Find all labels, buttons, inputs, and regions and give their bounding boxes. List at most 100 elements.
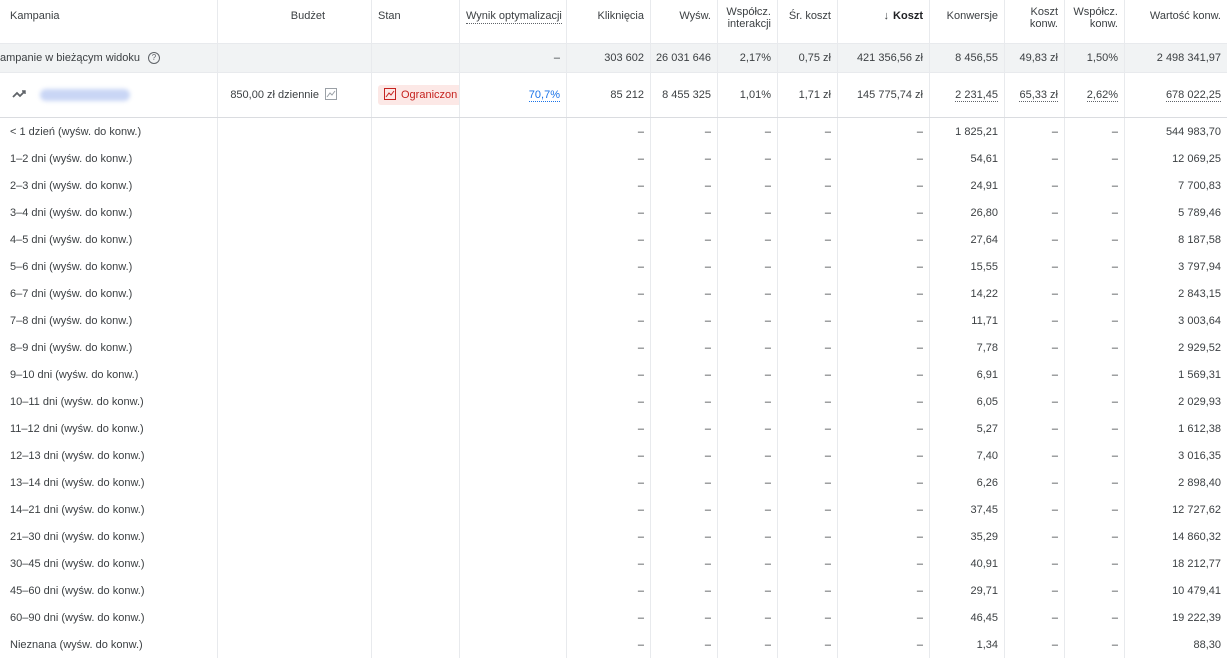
segment-rows: < 1 dzień (wyśw. do konw.) – – – – –1 825,21–…	[0, 118, 1227, 658]
segment-budget	[218, 334, 372, 361]
segment-avg-cost: –	[778, 631, 838, 658]
col-header-avg-cost[interactable]: Śr. koszt	[778, 0, 838, 43]
segment-conv-value: 8 187,58	[1178, 233, 1221, 246]
campaign-optimization-score[interactable]: 70,7%	[460, 73, 567, 117]
segment-conversions: 14,22	[930, 280, 1005, 307]
campaign-interaction-rate: 1,01%	[718, 73, 778, 117]
segment-conv-value: 19 222,39	[1172, 611, 1221, 624]
segment-impressions: –	[651, 361, 718, 388]
col-header-conversions[interactable]: Konwersje	[930, 0, 1005, 43]
segment-label: 5–6 dni (wyśw. do konw.)	[0, 253, 218, 280]
segment-impressions: –	[651, 226, 718, 253]
campaign-conversions[interactable]: 2 231,45	[930, 73, 1005, 117]
segment-status	[372, 415, 460, 442]
segment-impressions: –	[651, 631, 718, 658]
segment-interaction-rate: –	[718, 199, 778, 226]
help-icon[interactable]: ?	[148, 52, 161, 64]
segment-cost: –	[838, 469, 930, 496]
segment-status	[372, 577, 460, 604]
segment-cost: –	[838, 577, 930, 604]
col-header-cost-per-conv[interactable]: Koszt konw.	[1005, 0, 1065, 43]
segment-clicks: –	[567, 226, 651, 253]
total-interaction-rate: 2,17%	[718, 44, 778, 72]
segment-label: 10–11 dni (wyśw. do konw.)	[0, 388, 218, 415]
segment-optimization	[460, 442, 567, 469]
col-header-clicks[interactable]: Kliknięcia	[567, 0, 651, 43]
total-label-cell: ampanie w bieżącym widoku ?	[0, 44, 218, 72]
segment-interaction-rate: –	[718, 280, 778, 307]
status-badge[interactable]: Ograniczon	[378, 85, 459, 105]
col-header-interaction-rate[interactable]: Współcz. interakcji	[718, 0, 778, 43]
segment-status	[372, 361, 460, 388]
segment-optimization	[460, 118, 567, 145]
segment-clicks: –	[567, 172, 651, 199]
campaign-name-cell[interactable]	[0, 73, 218, 117]
segment-optimization	[460, 469, 567, 496]
segment-conversions: 46,45	[930, 604, 1005, 631]
segment-optimization	[460, 523, 567, 550]
segment-interaction-rate: –	[718, 523, 778, 550]
segment-label: 8–9 dni (wyśw. do konw.)	[0, 334, 218, 361]
segment-clicks: –	[567, 523, 651, 550]
segment-label: 11–12 dni (wyśw. do konw.)	[0, 415, 218, 442]
table-row: 4–5 dni (wyśw. do konw.) – – – – –27,64– –8 18…	[0, 226, 1227, 253]
segment-conv-value: 88,30	[1193, 638, 1221, 651]
segment-clicks: –	[567, 361, 651, 388]
segment-status	[372, 442, 460, 469]
campaign-impressions: 8 455 325	[651, 73, 718, 117]
col-header-impressions[interactable]: Wyśw.	[651, 0, 718, 43]
segment-cost-per-conv: –	[1005, 253, 1065, 280]
segment-clicks: –	[567, 253, 651, 280]
campaign-conv-rate[interactable]: 2,62%	[1065, 73, 1125, 117]
segment-interaction-rate: –	[718, 442, 778, 469]
col-header-conv-value[interactable]: Wartość konw.	[1125, 0, 1227, 43]
segment-budget	[218, 226, 372, 253]
segment-budget	[218, 253, 372, 280]
segment-optimization	[460, 199, 567, 226]
segment-clicks: –	[567, 280, 651, 307]
segment-conv-value: 1 569,31	[1178, 368, 1221, 381]
segment-avg-cost: –	[778, 523, 838, 550]
segment-conv-value: 12 069,25	[1172, 152, 1221, 165]
segment-conv-rate: –	[1065, 361, 1125, 388]
segment-cost: –	[838, 631, 930, 658]
segment-label: 3–4 dni (wyśw. do konw.)	[0, 199, 218, 226]
segment-label: 6–7 dni (wyśw. do konw.)	[0, 280, 218, 307]
segment-conv-rate: –	[1065, 307, 1125, 334]
total-status	[372, 44, 460, 72]
segment-conv-rate: –	[1065, 496, 1125, 523]
col-header-campaign[interactable]: Kampania	[0, 0, 218, 43]
segment-budget	[218, 631, 372, 658]
segment-conversions: 7,40	[930, 442, 1005, 469]
segment-status	[372, 145, 460, 172]
col-header-status[interactable]: Stan	[372, 0, 460, 43]
segment-budget	[218, 550, 372, 577]
table-header: Kampania Budżet Stan Wynik optymalizacji…	[0, 0, 1227, 44]
col-header-optimization-score[interactable]: Wynik optymalizacji	[460, 0, 567, 43]
segment-clicks: –	[567, 442, 651, 469]
campaign-conv-value[interactable]: 678 022,25	[1125, 73, 1227, 117]
segment-conv-rate: –	[1065, 226, 1125, 253]
col-header-conv-rate[interactable]: Współcz. konw.	[1065, 0, 1125, 43]
segment-conversions: 35,29	[930, 523, 1005, 550]
col-header-cost[interactable]: ↓ Koszt	[838, 0, 930, 43]
segment-conv-value: 7 700,83	[1178, 179, 1221, 192]
segment-optimization	[460, 631, 567, 658]
segment-conv-value: 2 843,15	[1178, 287, 1221, 300]
campaign-cost-per-conv[interactable]: 65,33 zł	[1005, 73, 1065, 117]
campaign-row[interactable]: 850,00 zł dziennie Ograniczon 70,7% 85 2…	[0, 73, 1227, 118]
segment-optimization	[460, 604, 567, 631]
campaign-budget[interactable]: 850,00 zł dziennie	[218, 73, 372, 117]
col-header-budget[interactable]: Budżet	[218, 0, 372, 43]
segment-clicks: –	[567, 550, 651, 577]
segment-interaction-rate: –	[718, 550, 778, 577]
segment-budget	[218, 172, 372, 199]
segment-conversions: 5,27	[930, 415, 1005, 442]
campaign-name-redacted[interactable]	[40, 89, 130, 101]
segment-status	[372, 226, 460, 253]
segment-conversions: 1 825,21	[930, 118, 1005, 145]
segment-avg-cost: –	[778, 388, 838, 415]
segment-conv-value: 3 003,64	[1178, 314, 1221, 327]
segment-avg-cost: –	[778, 442, 838, 469]
budget-chart-icon[interactable]	[325, 87, 337, 103]
